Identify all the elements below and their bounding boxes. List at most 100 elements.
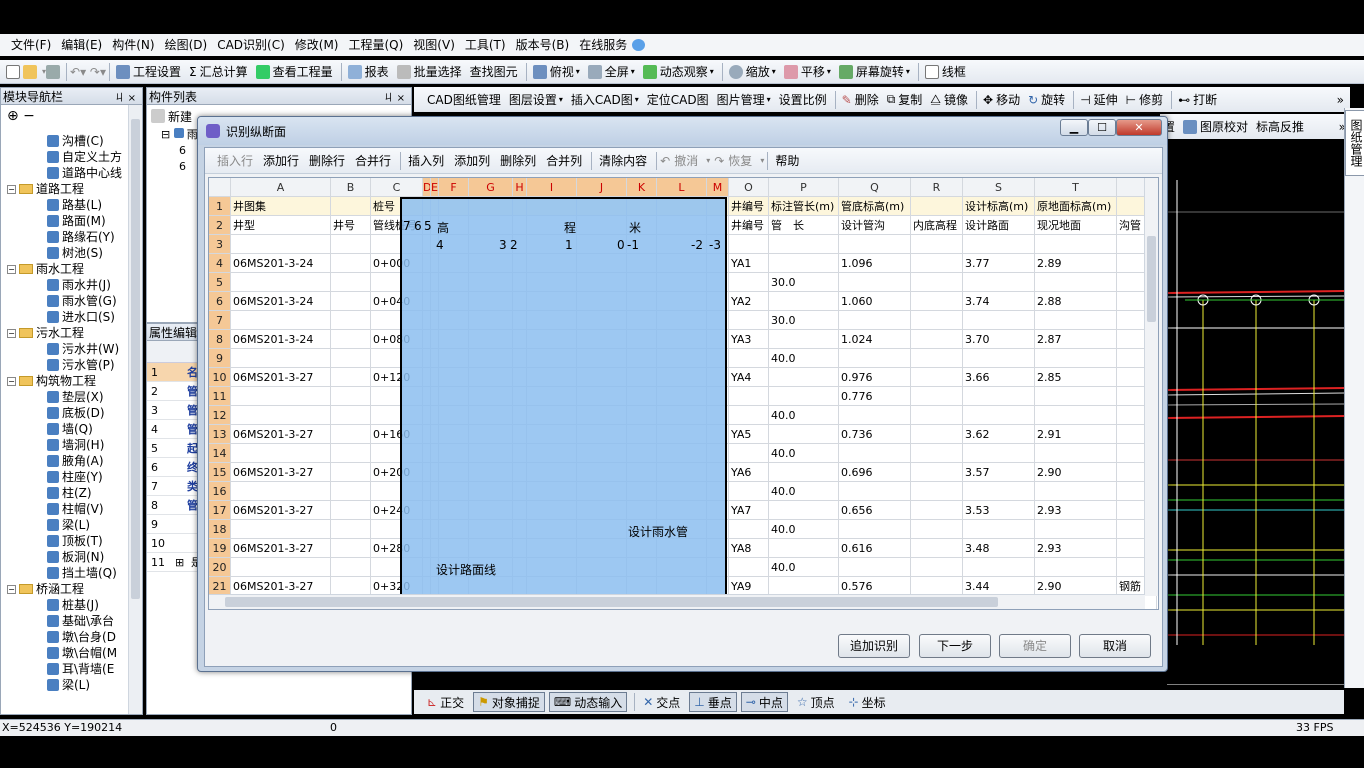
scroll-thumb[interactable] <box>1147 236 1156 322</box>
grid-cell[interactable] <box>911 235 963 254</box>
row-number[interactable]: 7 <box>209 311 231 330</box>
grid-cell[interactable]: 0+200 <box>371 463 423 482</box>
grid-cell[interactable] <box>577 444 627 463</box>
insert-column-button[interactable]: 插入列 <box>404 152 448 169</box>
new-file-icon[interactable] <box>6 64 20 79</box>
menu-version[interactable]: 版本号(B) <box>511 34 575 56</box>
grid-cell[interactable] <box>431 463 439 482</box>
grid-cell[interactable] <box>423 197 431 216</box>
dynamic-view-button[interactable]: 动态观察 ▾ <box>640 61 717 83</box>
cad-drawing-manage-button[interactable]: CAD图纸管理 <box>424 89 504 111</box>
grid-cell[interactable]: 3.57 <box>963 463 1035 482</box>
row-number[interactable]: 16 <box>209 482 231 501</box>
tree-item[interactable]: − 雨水工程 <box>1 261 129 277</box>
grid-cell[interactable] <box>707 444 729 463</box>
grid-cell[interactable] <box>431 444 439 463</box>
tree-item[interactable]: 树池(S) <box>1 245 129 261</box>
grid-cell[interactable]: 40.0 <box>769 482 839 501</box>
grid-cell[interactable]: 2.88 <box>1035 292 1117 311</box>
grid-cell[interactable]: 井图集 <box>231 197 331 216</box>
grid-cell[interactable] <box>331 539 371 558</box>
tree-item[interactable]: 桩基(J) <box>1 597 129 613</box>
grid-cell[interactable] <box>469 444 513 463</box>
grid-cell[interactable]: YA7 <box>729 501 769 520</box>
scroll-thumb[interactable] <box>131 119 140 599</box>
tree-item[interactable]: 路面(M) <box>1 213 129 229</box>
grid-cell[interactable] <box>231 311 331 330</box>
grid-cell[interactable] <box>839 349 911 368</box>
tree-expander-icon[interactable]: − <box>7 265 16 274</box>
grid-cell[interactable] <box>469 520 513 539</box>
grid-cell[interactable] <box>911 273 963 292</box>
grid-cell[interactable]: 0+240 <box>371 501 423 520</box>
open-folder-icon[interactable] <box>23 64 37 79</box>
grid-cell[interactable] <box>513 216 527 235</box>
profile-grid[interactable]: A B C D E F G H I J K L M O P Q R S T 1 井图集 桩号 井编号 标注管长(m) 管底标高(… <box>208 177 1159 610</box>
grid-cell[interactable] <box>513 520 527 539</box>
column-header[interactable]: L <box>657 178 707 197</box>
grid-cell[interactable] <box>911 520 963 539</box>
grid-cell[interactable] <box>469 349 513 368</box>
tree-item[interactable]: 板洞(N) <box>1 549 129 565</box>
grid-cell[interactable]: 0+280 <box>371 539 423 558</box>
grid-cell[interactable] <box>439 444 469 463</box>
grid-cell[interactable]: 2.93 <box>1035 501 1117 520</box>
grid-cell[interactable] <box>911 539 963 558</box>
ortho-toggle[interactable]: ⊾ 正交 <box>422 692 469 712</box>
grid-cell[interactable] <box>839 482 911 501</box>
column-header[interactable]: E <box>431 178 439 197</box>
grid-cell[interactable]: 0.976 <box>839 368 911 387</box>
grid-cell[interactable]: 06MS201-3-27 <box>231 368 331 387</box>
grid-cell[interactable] <box>769 235 839 254</box>
grid-cell[interactable] <box>769 368 839 387</box>
grid-cell[interactable] <box>729 273 769 292</box>
grid-cell[interactable] <box>1035 387 1117 406</box>
redo-button[interactable]: 恢复 <box>724 152 756 169</box>
column-header[interactable]: T <box>1035 178 1117 197</box>
clear-content-button[interactable]: 清除内容 <box>595 152 651 169</box>
grid-cell[interactable] <box>911 482 963 501</box>
grid-cell[interactable] <box>769 254 839 273</box>
view-quantity-button[interactable]: 查看工程量 <box>253 61 336 83</box>
grid-cell[interactable]: 3.77 <box>963 254 1035 273</box>
add-column-button[interactable]: 添加列 <box>450 152 494 169</box>
grid-cell[interactable] <box>527 406 577 425</box>
grid-cell[interactable] <box>439 330 469 349</box>
grid-cell[interactable]: YA6 <box>729 463 769 482</box>
grid-cell[interactable]: 0.696 <box>839 463 911 482</box>
grid-cell[interactable] <box>331 501 371 520</box>
grid-cell[interactable] <box>1035 349 1117 368</box>
grid-cell[interactable] <box>963 387 1035 406</box>
grid-cell[interactable] <box>627 406 657 425</box>
grid-cell[interactable] <box>331 330 371 349</box>
grid-cell[interactable]: 3.53 <box>963 501 1035 520</box>
grid-cell[interactable] <box>657 444 707 463</box>
chat-icon[interactable] <box>632 39 646 51</box>
fullscreen-button[interactable]: 全屏 ▾ <box>585 61 638 83</box>
grid-cell[interactable] <box>657 292 707 311</box>
menu-tools[interactable]: 工具(T) <box>460 34 511 56</box>
grid-cell[interactable] <box>423 406 431 425</box>
grid-cell[interactable] <box>707 311 729 330</box>
break-button[interactable]: ⊷ 打断 <box>1175 89 1220 111</box>
grid-cell[interactable]: 0+000 <box>371 254 423 273</box>
grid-cell[interactable] <box>423 387 431 406</box>
grid-cell[interactable] <box>423 425 431 444</box>
grid-cell[interactable] <box>513 368 527 387</box>
grid-cell[interactable]: YA2 <box>729 292 769 311</box>
tree-item[interactable]: 墙(Q) <box>1 421 129 437</box>
grid-cell[interactable]: YA5 <box>729 425 769 444</box>
grid-cell[interactable] <box>331 292 371 311</box>
grid-cell[interactable] <box>577 406 627 425</box>
column-header[interactable]: I <box>527 178 577 197</box>
column-header[interactable]: F <box>439 178 469 197</box>
grid-cell[interactable] <box>527 254 577 273</box>
grid-cell[interactable]: 井编号 <box>729 197 769 216</box>
grid-cell[interactable] <box>963 520 1035 539</box>
grid-cell[interactable]: 3.66 <box>963 368 1035 387</box>
grid-cell[interactable] <box>469 482 513 501</box>
grid-cell[interactable] <box>439 387 469 406</box>
row-number[interactable]: 5 <box>209 273 231 292</box>
grid-cell[interactable] <box>431 273 439 292</box>
grid-cell[interactable] <box>431 539 439 558</box>
